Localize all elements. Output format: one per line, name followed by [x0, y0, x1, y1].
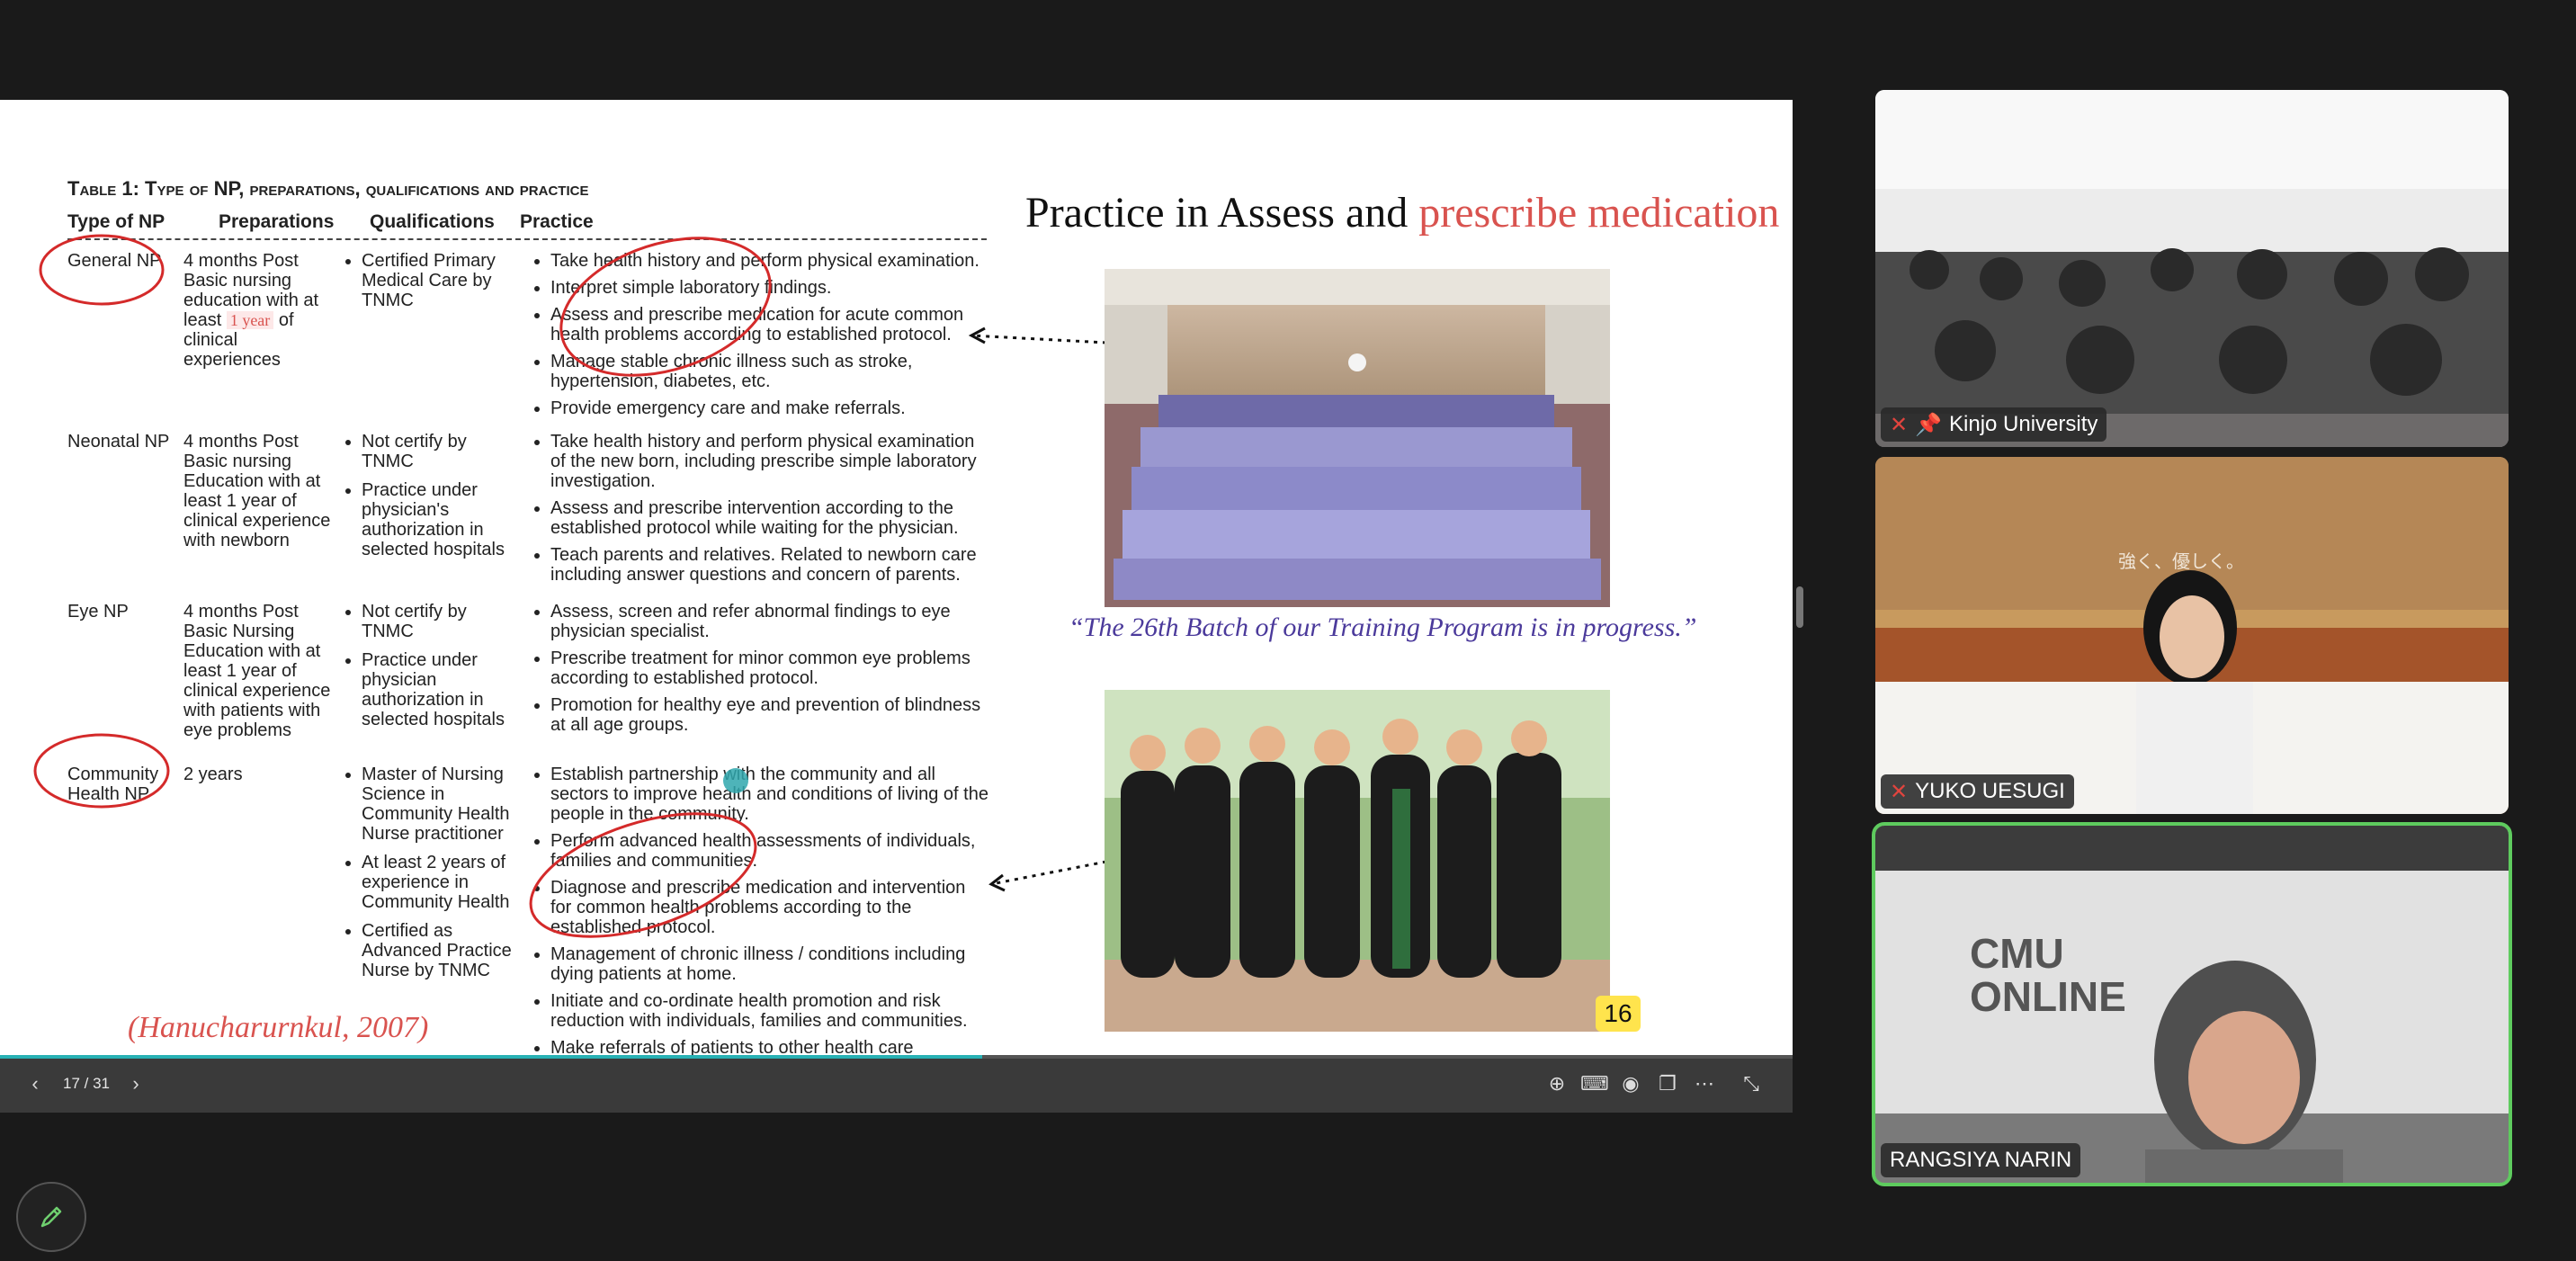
page-number-badge: 16 [1596, 996, 1641, 1032]
group-photo-training [1105, 269, 1610, 607]
graduation-photo [1105, 690, 1610, 1032]
keyboard-icon[interactable]: ⌨ [1580, 1072, 1609, 1096]
participant-name-tag: RANGSIYA NARIN [1881, 1143, 2081, 1177]
backdrop-logo: CMU ONLINE [1970, 930, 2126, 1020]
participant-name-tag: ✕ YUKO UESUGI [1881, 774, 2074, 809]
broadcast-icon[interactable]: ◉ [1617, 1072, 1644, 1096]
mic-muted-icon: ✕ [1890, 779, 1909, 804]
video-feed-classroom [1875, 90, 2509, 447]
slide-title: Practice in Assess and prescribe medicat… [1025, 189, 1780, 237]
slide-toolbar: ‹ 17 / 31 › ⊕ ⌨ ◉ ❐ ⋯ ⤡ [0, 1059, 1793, 1113]
more-options-icon[interactable]: ⋯ [1691, 1072, 1718, 1096]
backdrop-sign: 強く、優しく。 [2118, 552, 2244, 572]
participant-tile-yuko-uesugi[interactable]: 強く、優しく。 ✕ YUKO UESUGI [1875, 457, 2509, 814]
picture-in-picture-icon[interactable]: ❐ [1654, 1072, 1681, 1096]
pencil-icon [40, 1206, 62, 1228]
video-feed-auditorium [1875, 457, 2509, 814]
mic-muted-icon: ✕ [1890, 412, 1909, 437]
participant-tile-kinjo-university[interactable]: ✕ 📌 Kinjo University [1875, 90, 2509, 447]
annotate-button[interactable] [16, 1182, 86, 1252]
presentation-slide: Table 1: Type of NP, preparations, quali… [0, 100, 1793, 1059]
slide-counter: 17 / 31 [63, 1075, 110, 1092]
participant-tile-rangsiya-narin[interactable]: CMU ONLINE RANGSIYA NARIN [1872, 822, 2512, 1186]
previous-slide-icon[interactable]: ‹ [22, 1072, 49, 1096]
citation: (Hanucharurnkul, 2007) [128, 1011, 429, 1044]
exit-fullscreen-icon[interactable]: ⤡ [1738, 1072, 1765, 1096]
panel-resize-handle[interactable] [1796, 586, 1803, 628]
zoom-icon[interactable]: ⊕ [1543, 1072, 1570, 1096]
participant-name-tag: ✕ 📌 Kinjo University [1881, 407, 2107, 442]
photo-caption: “The 26th Batch of our Training Program … [1069, 613, 1697, 642]
next-slide-icon[interactable]: › [122, 1072, 149, 1096]
pin-icon: 📌 [1915, 412, 1942, 437]
